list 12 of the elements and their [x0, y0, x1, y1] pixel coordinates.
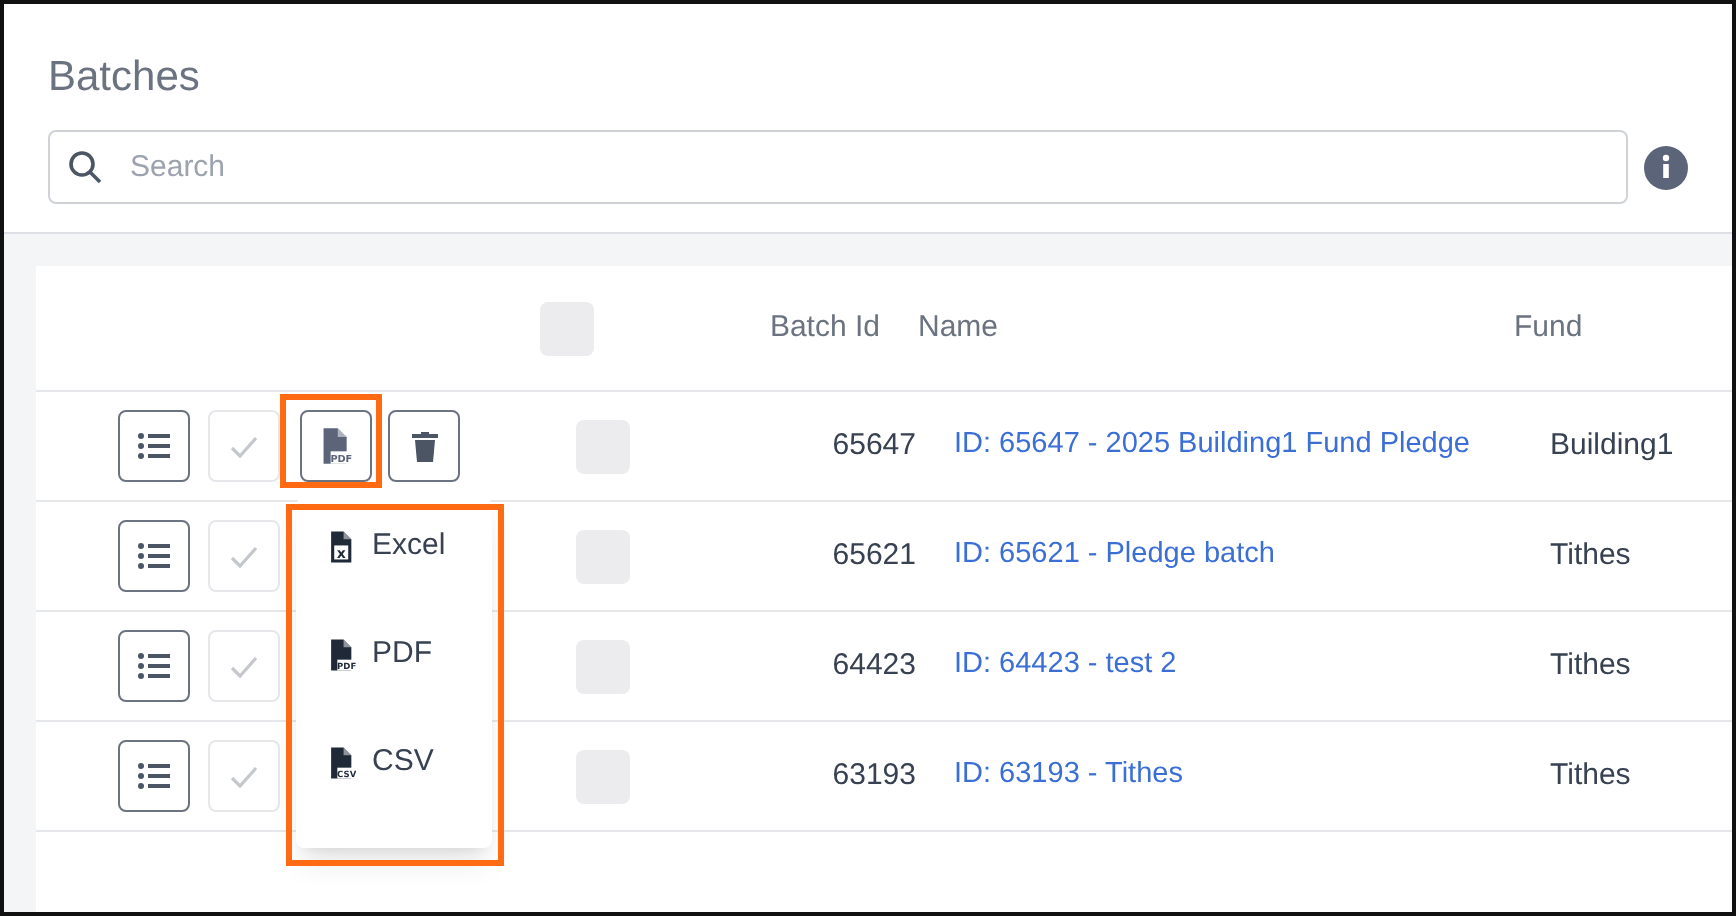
fund-name: Tithes	[1550, 645, 1631, 686]
batch-id: 64423	[830, 645, 916, 686]
batch-id: 63193	[830, 755, 916, 796]
batch-id: 65621	[830, 535, 916, 576]
fund-name: Building1	[1550, 425, 1674, 466]
column-header: Fund	[1514, 307, 1583, 348]
batch-id: 65647	[830, 425, 916, 466]
column-header: Name	[918, 307, 1001, 348]
fund-name: Tithes	[1550, 535, 1631, 576]
column-header: Batch Id	[767, 307, 880, 348]
page-title: Batches	[48, 56, 202, 98]
fund-name: Tithes	[1550, 755, 1631, 796]
